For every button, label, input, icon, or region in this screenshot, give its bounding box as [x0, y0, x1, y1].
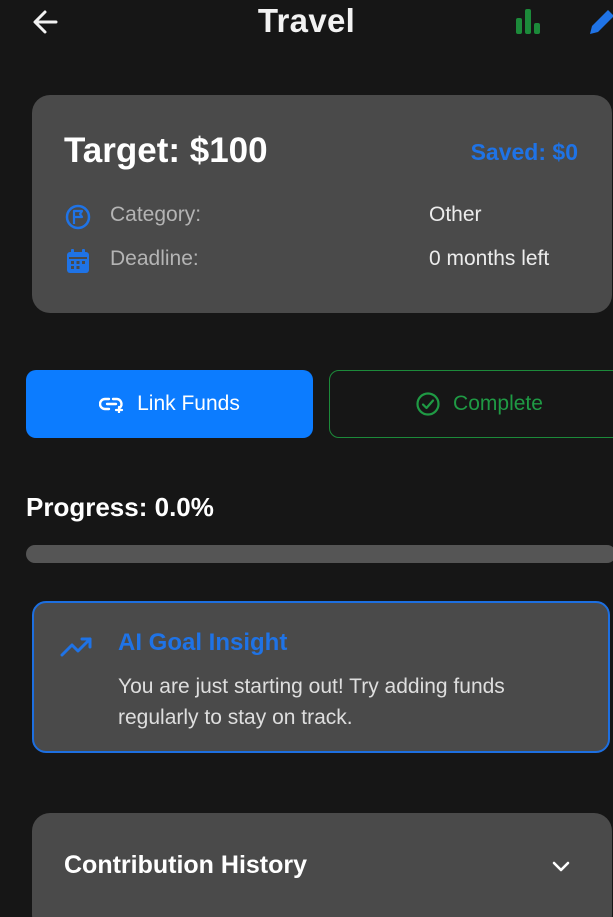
goal-detail-screen: Travel Target: $100 Saved: $0 Category: … — [0, 0, 613, 917]
link-funds-label: Link Funds — [137, 392, 240, 415]
category-label: Category: — [110, 203, 202, 226]
insight-title: AI Goal Insight — [118, 629, 288, 656]
edit-button[interactable] — [584, 4, 613, 38]
insight-text: You are just starting out! Try adding fu… — [118, 675, 505, 729]
trending-up-icon — [60, 637, 92, 657]
statistics-button[interactable] — [512, 6, 546, 36]
ai-insight-card: AI Goal Insight You are just starting ou… — [32, 601, 610, 753]
progress-bar — [26, 545, 613, 563]
link-icon — [99, 397, 124, 413]
category-row: Category: Other — [64, 201, 584, 231]
complete-label: Complete — [453, 392, 543, 415]
progress-label: Progress: 0.0% — [26, 492, 214, 522]
pencil-icon — [590, 10, 613, 34]
check-circle-icon — [416, 392, 440, 416]
app-header: Travel — [0, 0, 613, 48]
category-value: Other — [429, 203, 482, 226]
contribution-history-title: Contribution History — [64, 851, 308, 879]
link-funds-button[interactable]: Link Funds — [26, 370, 313, 438]
goal-summary-card: Target: $100 Saved: $0 Category: Other D… — [32, 95, 612, 313]
chevron-down-icon[interactable] — [550, 855, 572, 877]
target-amount: Target: $100 — [64, 131, 268, 170]
saved-amount: Saved: $0 — [470, 139, 578, 165]
calendar-icon — [67, 249, 89, 273]
deadline-row: Deadline: 0 months left — [64, 245, 584, 275]
contribution-history-section[interactable]: Contribution History — [32, 813, 612, 917]
deadline-value: 0 months left — [429, 247, 550, 270]
deadline-label: Deadline: — [110, 247, 199, 270]
complete-button[interactable]: Complete — [329, 370, 613, 438]
category-icon — [65, 204, 91, 230]
bar-chart-icon — [516, 9, 540, 34]
